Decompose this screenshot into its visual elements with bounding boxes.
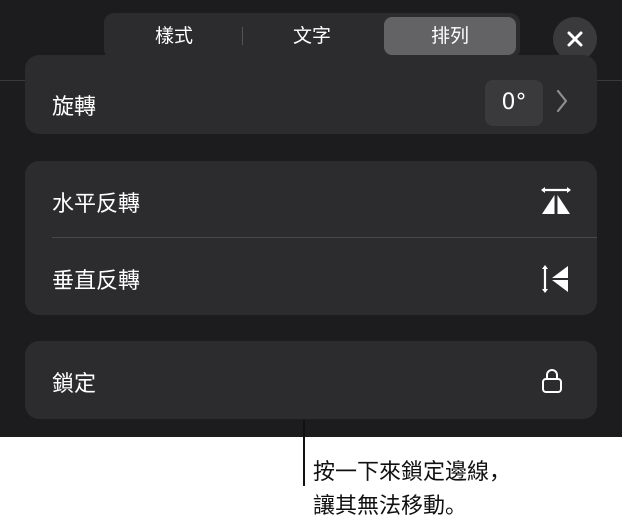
flip-horizontal-icon <box>541 187 571 214</box>
lock-label: 鎖定 <box>52 372 97 397</box>
rotate-angle-field[interactable]: 0° <box>485 80 543 126</box>
callout-text: 按一下來鎖定邊線， 讓其無法移動。 <box>313 460 512 519</box>
flip-vertical-icon <box>542 265 568 293</box>
flip-vertical-row[interactable]: 垂直反轉 <box>25 238 597 315</box>
tab-bar: 樣式 文字 排列 <box>104 13 520 59</box>
flip-vertical-label: 垂直反轉 <box>52 269 141 294</box>
flip-horizontal-label: 水平反轉 <box>52 192 141 217</box>
lock-row[interactable]: 鎖定 <box>25 341 597 418</box>
callout-line <box>303 420 305 486</box>
tab-style[interactable]: 樣式 <box>108 17 240 55</box>
flip-group: 水平反轉 垂直反轉 <box>25 161 597 315</box>
rotate-label: 旋轉 <box>52 95 97 120</box>
lock-group: 鎖定 <box>25 341 597 419</box>
arrange-panel: 樣式 文字 排列 旋轉 0° 水平反轉 垂直反轉 鎖定 <box>0 0 622 437</box>
close-icon <box>567 31 583 47</box>
tab-divider <box>242 27 243 45</box>
flip-horizontal-row[interactable]: 水平反轉 <box>25 161 597 238</box>
rotate-group: 旋轉 0° <box>25 55 597 134</box>
tab-arrange[interactable]: 排列 <box>384 17 516 55</box>
tab-text[interactable]: 文字 <box>246 17 378 55</box>
chevron-right-icon[interactable] <box>555 87 569 115</box>
lock-icon <box>542 369 562 393</box>
